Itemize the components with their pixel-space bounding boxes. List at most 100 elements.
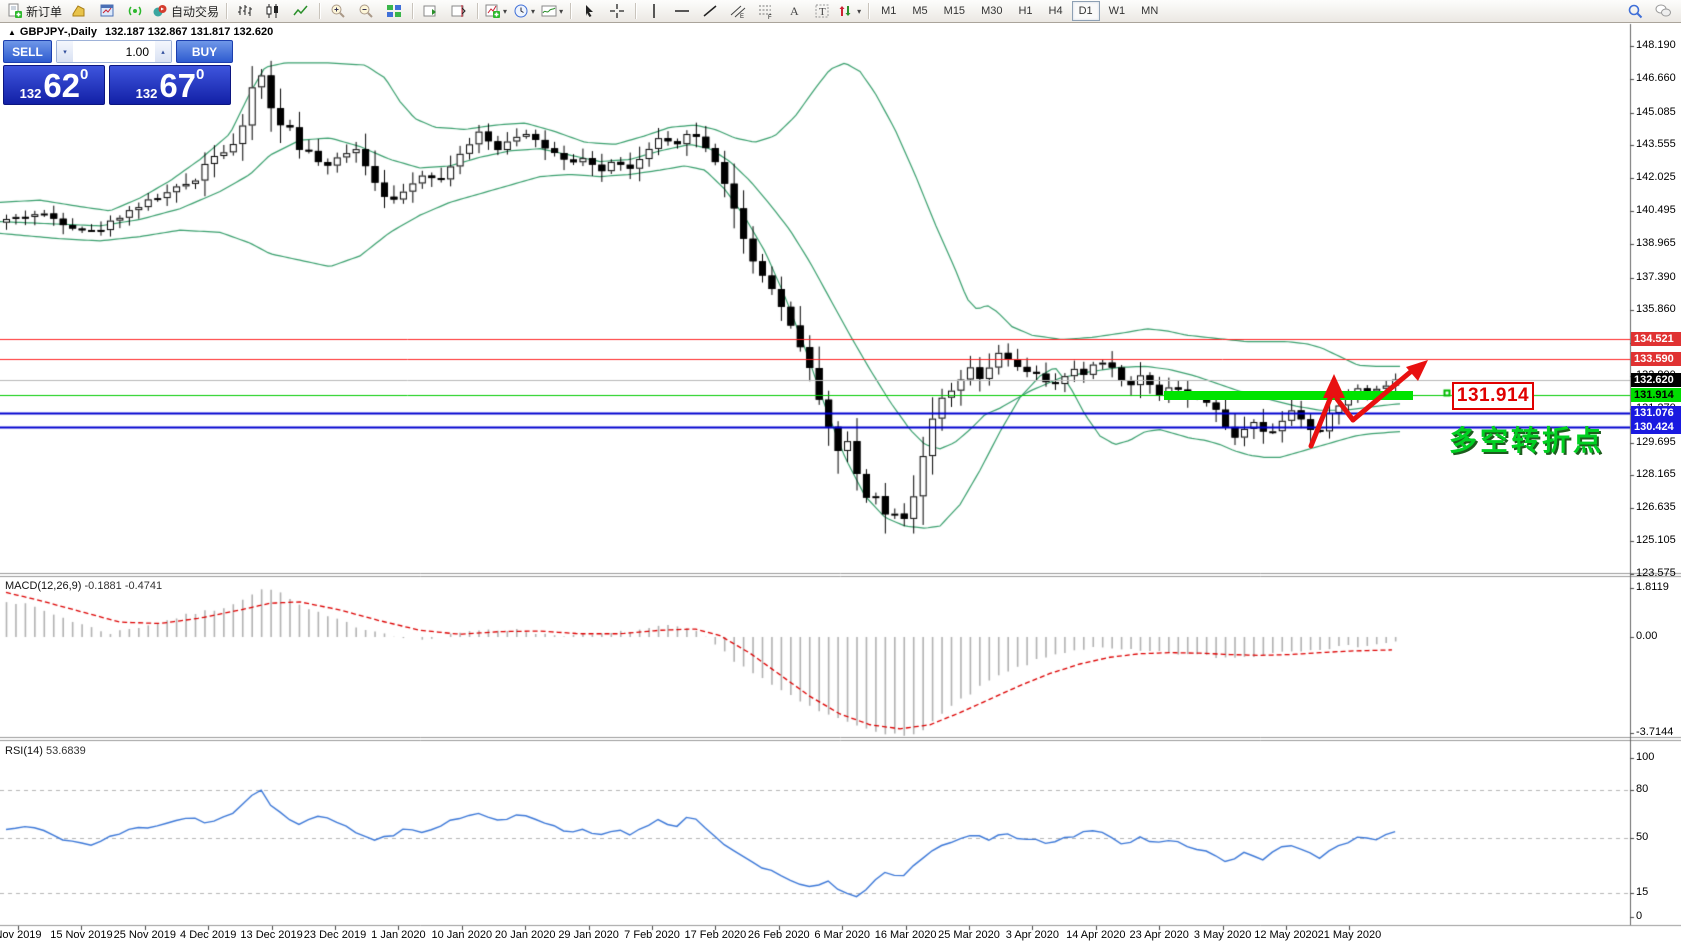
rsi-pane-divider[interactable] <box>0 737 1630 742</box>
support-price-flag[interactable]: 131.914 <box>1452 382 1534 410</box>
date-tick-label: 3 May 2020 <box>1194 929 1251 941</box>
date-tick-label: 25 Nov 2019 <box>114 929 176 941</box>
vline-icon <box>646 3 662 19</box>
chevron-down-icon[interactable]: ▾ <box>559 7 563 16</box>
chevron-down-icon[interactable]: ▾ <box>503 7 507 16</box>
new-order-button[interactable]: 新订单 <box>4 0 65 22</box>
volume-value[interactable]: 1.00 <box>73 41 155 62</box>
buy-price-box[interactable]: 132 67 0 <box>109 65 231 105</box>
chartshift-icon <box>451 3 467 19</box>
svg-text:E: E <box>740 14 744 19</box>
date-tick-label: 21 May 2020 <box>1318 929 1382 941</box>
volume-decrease-button[interactable]: ▾ <box>57 41 73 62</box>
text-label-button[interactable]: T <box>808 0 836 22</box>
date-tick-label: 29 Jan 2020 <box>558 929 619 941</box>
hline-icon <box>674 3 690 19</box>
chevron-down-icon[interactable]: ▾ <box>857 7 861 16</box>
price-tick-label: 145.085 <box>1636 106 1676 118</box>
turning-point-annotation[interactable]: 多空转折点 <box>1449 419 1604 459</box>
symbol-period-label: GBPJPY-,Daily <box>20 26 97 38</box>
price-axis[interactable]: 148.190146.660145.085143.555142.025140.4… <box>1630 24 1681 926</box>
timeframe-mn-button[interactable]: MN <box>1134 1 1165 21</box>
timeframe-m30-button[interactable]: M30 <box>974 1 1009 21</box>
equidistant-channel-button[interactable]: E <box>724 0 752 22</box>
timeframe-h4-button[interactable]: H4 <box>1042 1 1070 21</box>
timeframe-w1-button[interactable]: W1 <box>1102 1 1133 21</box>
price-tick-label: 140.495 <box>1636 204 1676 216</box>
sell-price-big: 62 <box>43 71 80 101</box>
timeframe-m15-button[interactable]: M15 <box>937 1 972 21</box>
autotrade-button[interactable]: 自动交易 <box>149 0 222 22</box>
chevron-down-icon[interactable]: ▾ <box>531 7 535 16</box>
signals-button[interactable] <box>121 0 149 22</box>
cursor-icon <box>581 3 597 19</box>
vertical-line-button[interactable] <box>640 0 668 22</box>
toolbar-separator <box>226 3 227 19</box>
buy-button[interactable]: BUY <box>176 40 233 63</box>
volume-stepper: ▾ 1.00 ▴ <box>56 40 172 63</box>
date-axis[interactable]: Nov 201915 Nov 201925 Nov 20194 Dec 2019… <box>0 926 1681 944</box>
text-button[interactable]: A <box>780 0 808 22</box>
horizontal-line-button[interactable] <box>668 0 696 22</box>
price-level-tag: 133.590 <box>1631 352 1681 366</box>
rsi-tick-label: 50 <box>1636 831 1648 843</box>
fibo-icon: F <box>758 3 774 19</box>
profiles-button[interactable] <box>65 0 93 22</box>
market-watch-button[interactable] <box>93 0 121 22</box>
autoscroll-icon <box>423 3 439 19</box>
autotrade-button-label: 自动交易 <box>171 3 219 20</box>
red-arrow-annotation[interactable] <box>1280 340 1450 470</box>
template-icon <box>541 3 557 19</box>
templates-button[interactable]: ▾ <box>538 0 566 22</box>
date-tick-label: 6 Mar 2020 <box>814 929 870 941</box>
trendline-button[interactable] <box>696 0 724 22</box>
cursor-button[interactable] <box>575 0 603 22</box>
bar-chart-button[interactable] <box>231 0 259 22</box>
price-level-tag: 132.620 <box>1631 373 1681 387</box>
auto-scroll-button[interactable] <box>417 0 445 22</box>
buy-price-sup: 0 <box>196 68 204 81</box>
zoom-out-button[interactable] <box>352 0 380 22</box>
channel-icon: E <box>730 3 746 19</box>
tile-windows-button[interactable] <box>380 0 408 22</box>
collapse-triangle-icon[interactable]: ▲ <box>8 28 16 37</box>
zoom-in-button[interactable] <box>324 0 352 22</box>
arrows-button[interactable]: ▾ <box>836 0 864 22</box>
date-tick-label: 7 Feb 2020 <box>624 929 680 941</box>
macd-tick-label: 1.8119 <box>1636 581 1669 593</box>
search-icon <box>1627 3 1643 19</box>
search-button[interactable] <box>1621 0 1649 22</box>
rsi-tick-label: 80 <box>1636 783 1648 795</box>
crosshair-button[interactable] <box>603 0 631 22</box>
candlestick-chart-button[interactable] <box>259 0 287 22</box>
date-tick-label: 13 Dec 2019 <box>240 929 302 941</box>
macd-pane-divider[interactable] <box>0 573 1630 578</box>
fibonacci-button[interactable]: F <box>752 0 780 22</box>
timeframe-h1-button[interactable]: H1 <box>1011 1 1039 21</box>
macd-name: MACD(12,26,9) <box>5 580 81 592</box>
tiles-icon <box>386 3 402 19</box>
toolbar-separator <box>477 3 478 19</box>
linechart-icon <box>293 3 309 19</box>
chart-canvas[interactable] <box>0 0 1681 944</box>
periods-button[interactable]: ▾ <box>510 0 538 22</box>
date-tick-label: 23 Apr 2020 <box>1130 929 1189 941</box>
timeframe-m1-button[interactable]: M1 <box>874 1 903 21</box>
chart-shift-button[interactable] <box>445 0 473 22</box>
chat-button[interactable] <box>1649 0 1677 22</box>
date-tick-label: 12 May 2020 <box>1254 929 1318 941</box>
sell-price-box[interactable]: 132 62 0 <box>3 65 105 105</box>
toolbar-separator <box>412 3 413 19</box>
date-tick-label: 14 Apr 2020 <box>1066 929 1125 941</box>
toolbar-separator <box>570 3 571 19</box>
price-tick-label: 138.965 <box>1636 237 1676 249</box>
timeframe-d1-button[interactable]: D1 <box>1072 1 1100 21</box>
indicators-button[interactable]: ▾ <box>482 0 510 22</box>
line-chart-button[interactable] <box>287 0 315 22</box>
timeframe-m5-button[interactable]: M5 <box>905 1 934 21</box>
sell-button[interactable]: SELL <box>3 40 52 63</box>
date-tick-label: 23 Dec 2019 <box>304 929 366 941</box>
rsi-tick-label: 100 <box>1636 751 1654 763</box>
price-tick-label: 129.695 <box>1636 436 1676 448</box>
volume-increase-button[interactable]: ▴ <box>155 41 171 62</box>
